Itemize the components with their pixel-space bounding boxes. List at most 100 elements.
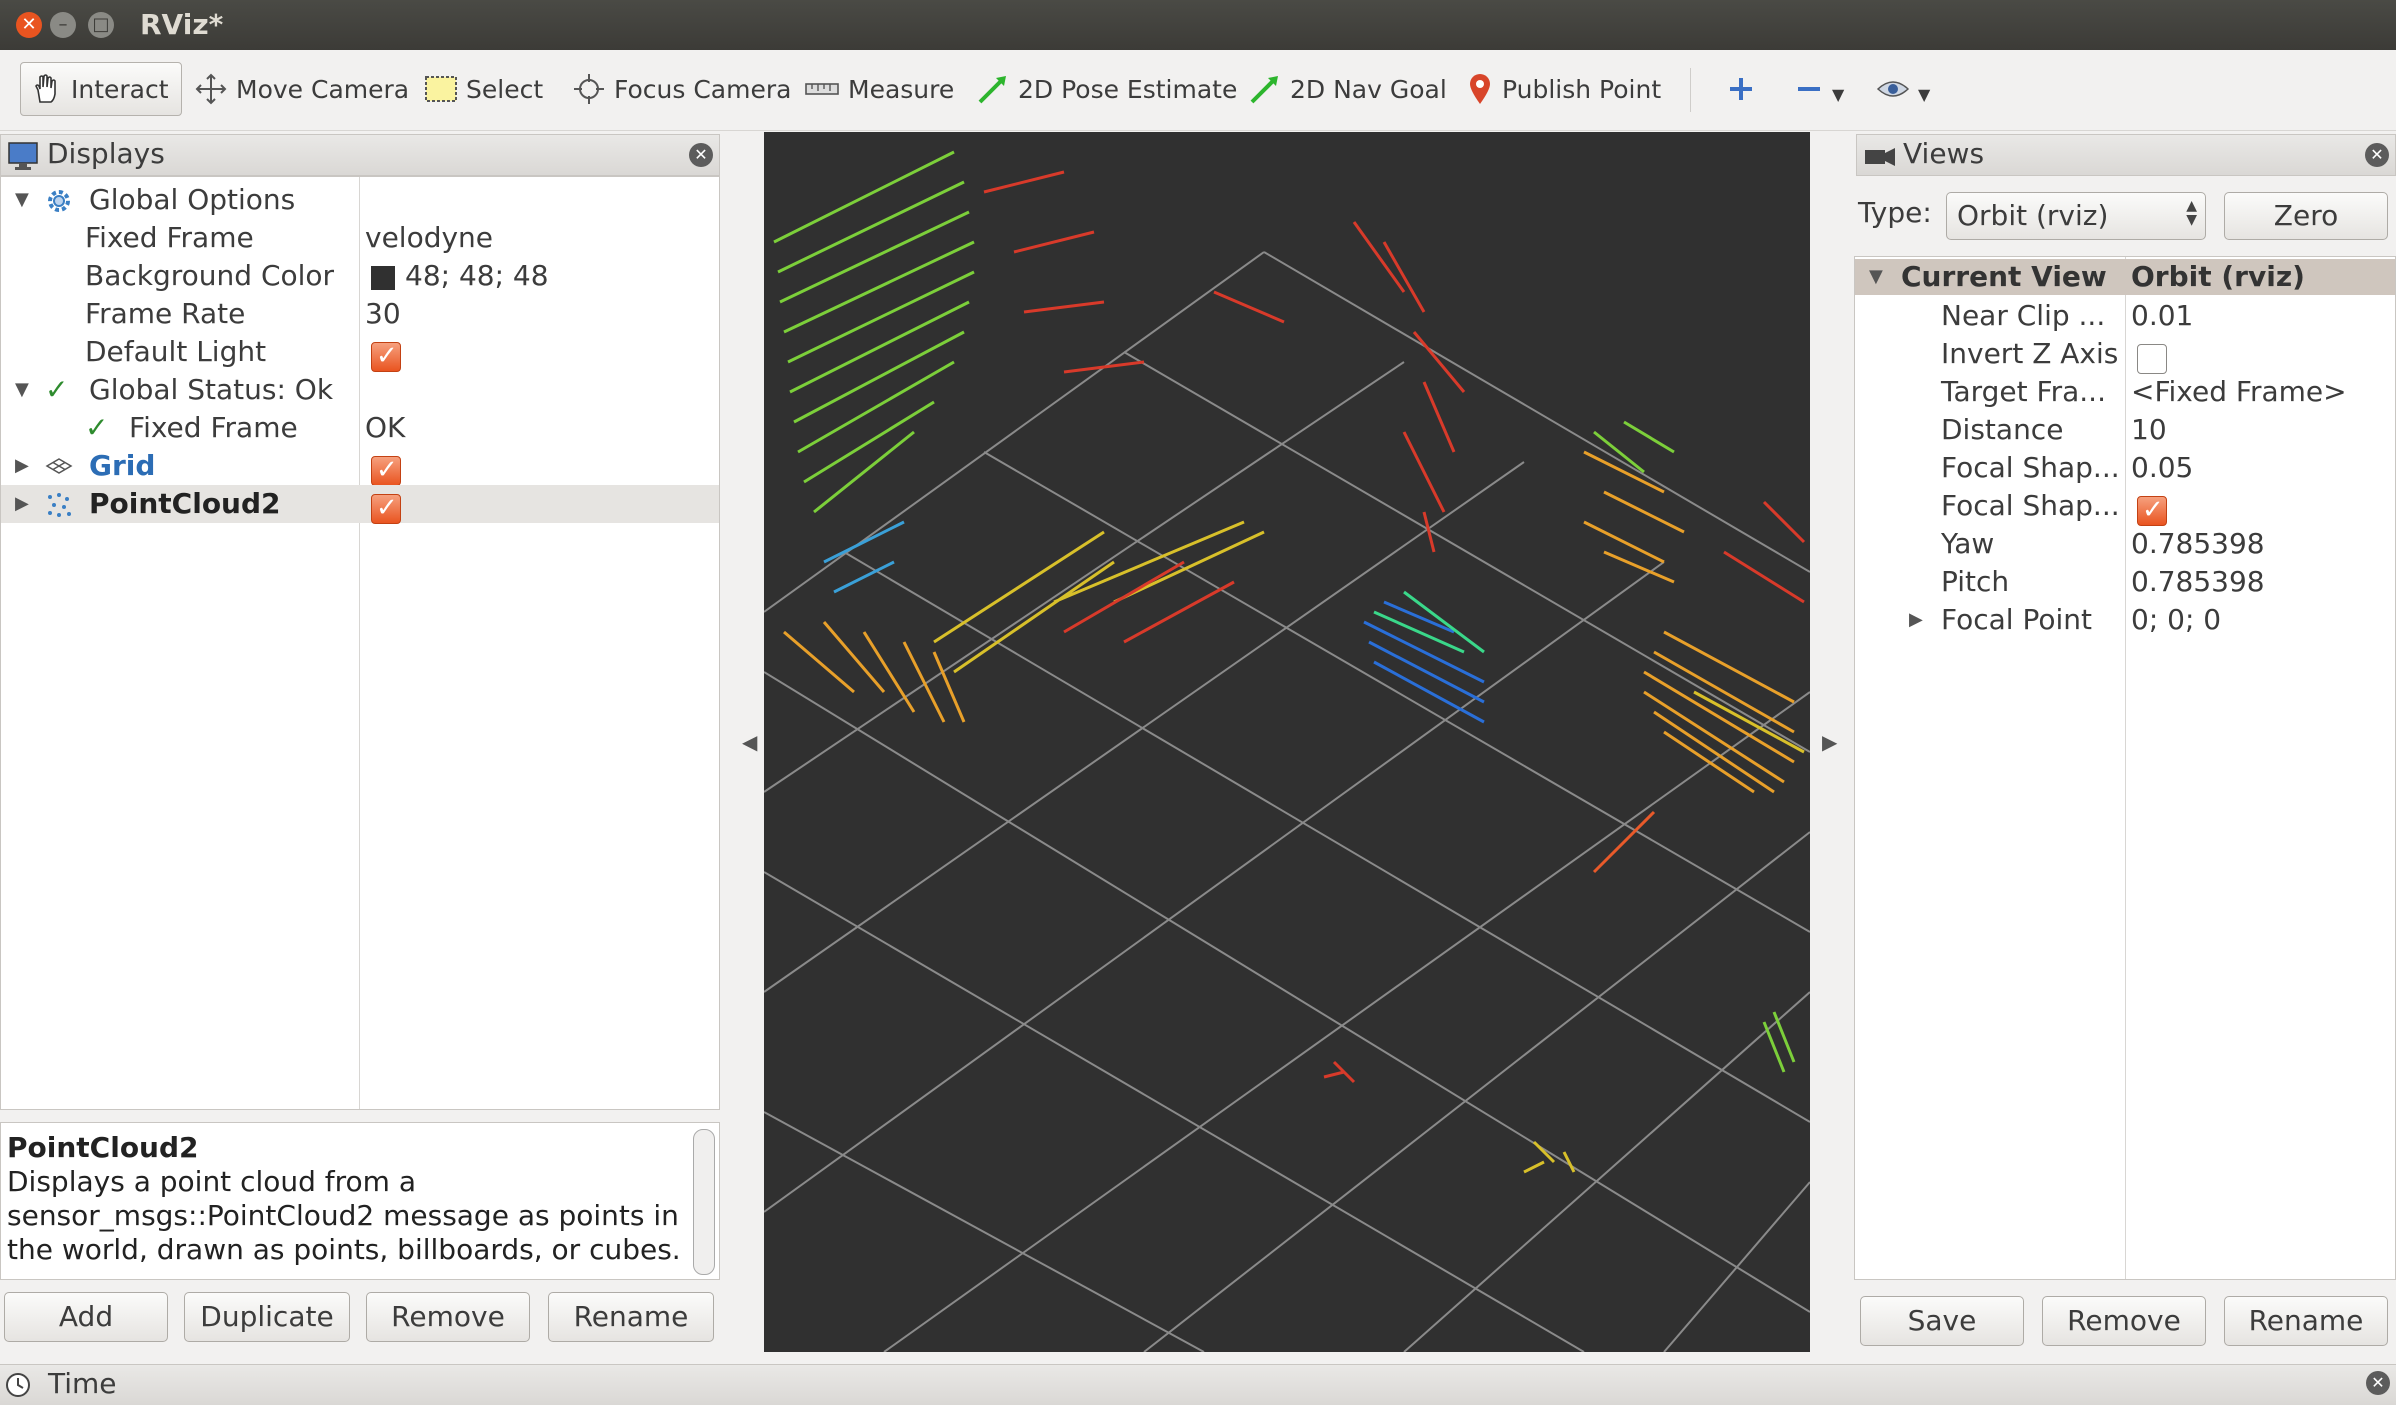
- tree-row-focal-shape-fixed[interactable]: Focal Shap...: [1855, 487, 2395, 529]
- expand-arrow-icon[interactable]: ▶: [15, 485, 29, 523]
- tree-label: Focal Point: [1941, 603, 2092, 636]
- tree-label: Global Status: Ok: [89, 373, 334, 406]
- tree-label: Default Light: [85, 335, 267, 368]
- close-window-icon[interactable]: ✕: [16, 12, 42, 38]
- close-panel-icon[interactable]: ✕: [2366, 1371, 2390, 1395]
- select-icon: [425, 76, 457, 102]
- tree-value[interactable]: 0.05: [2131, 449, 2193, 487]
- chevron-down-icon: ▼: [1832, 84, 1845, 104]
- tree-value[interactable]: <Fixed Frame>: [2131, 373, 2347, 411]
- select-tool-button[interactable]: Select: [416, 62, 551, 116]
- add-display-button[interactable]: Add: [4, 1292, 168, 1342]
- panels-visibility-button[interactable]: ▼: [1868, 62, 1938, 116]
- color-swatch[interactable]: [371, 266, 395, 290]
- ruler-icon: [805, 83, 839, 95]
- tree-row-pointcloud2[interactable]: ▶ PointCloud2: [1, 485, 719, 527]
- tree-row-global-options[interactable]: ▼ Global Options: [1, 181, 719, 219]
- collapse-right-panel-icon[interactable]: ▶: [1822, 730, 1837, 754]
- tree-row-yaw[interactable]: Yaw 0.785398: [1855, 525, 2395, 563]
- 2d-nav-goal-tool-button[interactable]: 2D Nav Goal: [1240, 62, 1455, 116]
- close-panel-icon[interactable]: ✕: [2365, 143, 2389, 167]
- minimize-window-icon[interactable]: –: [50, 12, 76, 38]
- views-tree: ▼ Current View Orbit (rviz) Near Clip ..…: [1854, 256, 2396, 1280]
- tree-row-focal-point[interactable]: ▶ Focal Point 0; 0; 0: [1855, 601, 2395, 639]
- tree-value: OK: [365, 411, 406, 444]
- duplicate-display-button[interactable]: Duplicate: [184, 1292, 350, 1342]
- tree-value[interactable]: 30: [365, 295, 401, 333]
- window-title: RViz*: [140, 8, 224, 41]
- clock-icon: [6, 1373, 30, 1397]
- default-light-checkbox[interactable]: [371, 337, 401, 375]
- point-cloud-render[interactable]: [764, 132, 1810, 1352]
- expand-arrow-icon[interactable]: ▶: [1909, 601, 1923, 639]
- remove-display-button[interactable]: Remove: [366, 1292, 530, 1342]
- grid-checkbox[interactable]: [371, 451, 401, 489]
- add-tool-button[interactable]: [1718, 62, 1764, 116]
- remove-tool-button[interactable]: ▼: [1786, 62, 1852, 116]
- tree-row-near-clip[interactable]: Near Clip ... 0.01: [1855, 297, 2395, 335]
- tree-row-distance[interactable]: Distance 10: [1855, 411, 2395, 449]
- tree-row-fixed-frame[interactable]: Fixed Frame velodyne: [1, 219, 719, 257]
- time-panel-title: Time: [48, 1367, 117, 1400]
- 2d-pose-estimate-tool-label: 2D Pose Estimate: [1018, 74, 1238, 104]
- interact-tool-label: Interact: [71, 74, 169, 104]
- tree-value[interactable]: 48; 48; 48: [405, 257, 549, 295]
- move-camera-icon: [195, 73, 227, 105]
- measure-tool-button[interactable]: Measure: [796, 62, 962, 116]
- toolbar: Interact Move Camera Select Focus Camera…: [0, 50, 2396, 131]
- tree-label: Target Fra...: [1941, 375, 2106, 408]
- tree-row-default-light[interactable]: Default Light: [1, 333, 719, 375]
- tree-value[interactable]: velodyne: [365, 219, 493, 257]
- tree-value[interactable]: 0; 0; 0: [2131, 601, 2221, 639]
- tree-row-invert-z[interactable]: Invert Z Axis: [1855, 335, 2395, 374]
- pointcloud2-checkbox[interactable]: [371, 489, 401, 527]
- focal-shape-checkbox[interactable]: [2137, 491, 2167, 529]
- check-icon: ✓: [45, 373, 69, 406]
- rename-display-button[interactable]: Rename: [548, 1292, 714, 1342]
- tree-row-target-frame[interactable]: Target Fra... <Fixed Frame>: [1855, 373, 2395, 411]
- updown-arrows-icon: ▲ ▼: [2186, 198, 2197, 228]
- tree-value[interactable]: 10: [2131, 411, 2167, 449]
- tree-value[interactable]: 0.785398: [2131, 525, 2265, 563]
- tree-row-pitch[interactable]: Pitch 0.785398: [1855, 563, 2395, 601]
- point-cloud-icon: [48, 493, 71, 517]
- rename-view-button[interactable]: Rename: [2224, 1296, 2388, 1346]
- save-view-button[interactable]: Save: [1860, 1296, 2024, 1346]
- move-camera-tool-label: Move Camera: [236, 74, 410, 104]
- expand-arrow-icon[interactable]: ▼: [15, 181, 29, 219]
- expand-arrow-icon[interactable]: ▼: [15, 371, 29, 409]
- view-type-label: Type:: [1858, 196, 1932, 229]
- collapse-left-panel-icon[interactable]: ◀: [742, 730, 757, 754]
- publish-point-tool-button[interactable]: Publish Point: [1458, 62, 1669, 116]
- zero-button[interactable]: Zero: [2224, 192, 2388, 240]
- expand-arrow-icon[interactable]: ▶: [15, 447, 29, 485]
- interact-tool-button[interactable]: Interact: [20, 62, 182, 116]
- close-panel-icon[interactable]: ✕: [689, 143, 713, 167]
- measure-tool-label: Measure: [848, 74, 955, 104]
- tree-value[interactable]: 0.785398: [2131, 563, 2265, 601]
- description-title: PointCloud2: [7, 1131, 199, 1164]
- focus-camera-tool-button[interactable]: Focus Camera: [564, 62, 799, 116]
- remove-view-button[interactable]: Remove: [2042, 1296, 2206, 1346]
- select-tool-label: Select: [466, 74, 544, 104]
- move-camera-tool-button[interactable]: Move Camera: [186, 62, 417, 116]
- 2d-pose-estimate-tool-button[interactable]: 2D Pose Estimate: [968, 62, 1245, 116]
- view-type-dropdown[interactable]: Orbit (rviz) ▲ ▼: [1946, 192, 2206, 240]
- maximize-window-icon[interactable]: □: [88, 12, 114, 38]
- tree-row-status-fixed-frame[interactable]: ✓ Fixed Frame OK: [1, 409, 719, 447]
- tree-label: Focal Shap...: [1941, 451, 2120, 484]
- tree-row-current-view[interactable]: ▼ Current View Orbit (rviz): [1855, 259, 2395, 295]
- tree-row-global-status[interactable]: ▼ ✓ Global Status: Ok: [1, 371, 719, 409]
- tree-row-focal-shape-size[interactable]: Focal Shap... 0.05: [1855, 449, 2395, 487]
- displays-tree: ▼ Global Options Fixed Frame velodyne Ba…: [0, 176, 720, 1110]
- tree-row-background-color[interactable]: Background Color 48; 48; 48: [1, 257, 719, 295]
- tree-row-grid[interactable]: ▶ Grid: [1, 447, 719, 489]
- expand-arrow-icon[interactable]: ▼: [1869, 259, 1883, 295]
- tree-value[interactable]: 0.01: [2131, 297, 2193, 335]
- tree-row-frame-rate[interactable]: Frame Rate 30: [1, 295, 719, 333]
- eye-icon: [1876, 81, 1910, 97]
- description-scrollbar[interactable]: [693, 1129, 715, 1275]
- 3d-viewport[interactable]: [764, 132, 1810, 1352]
- invert-z-checkbox[interactable]: [2137, 344, 2167, 374]
- 2d-nav-goal-tool-label: 2D Nav Goal: [1290, 74, 1447, 104]
